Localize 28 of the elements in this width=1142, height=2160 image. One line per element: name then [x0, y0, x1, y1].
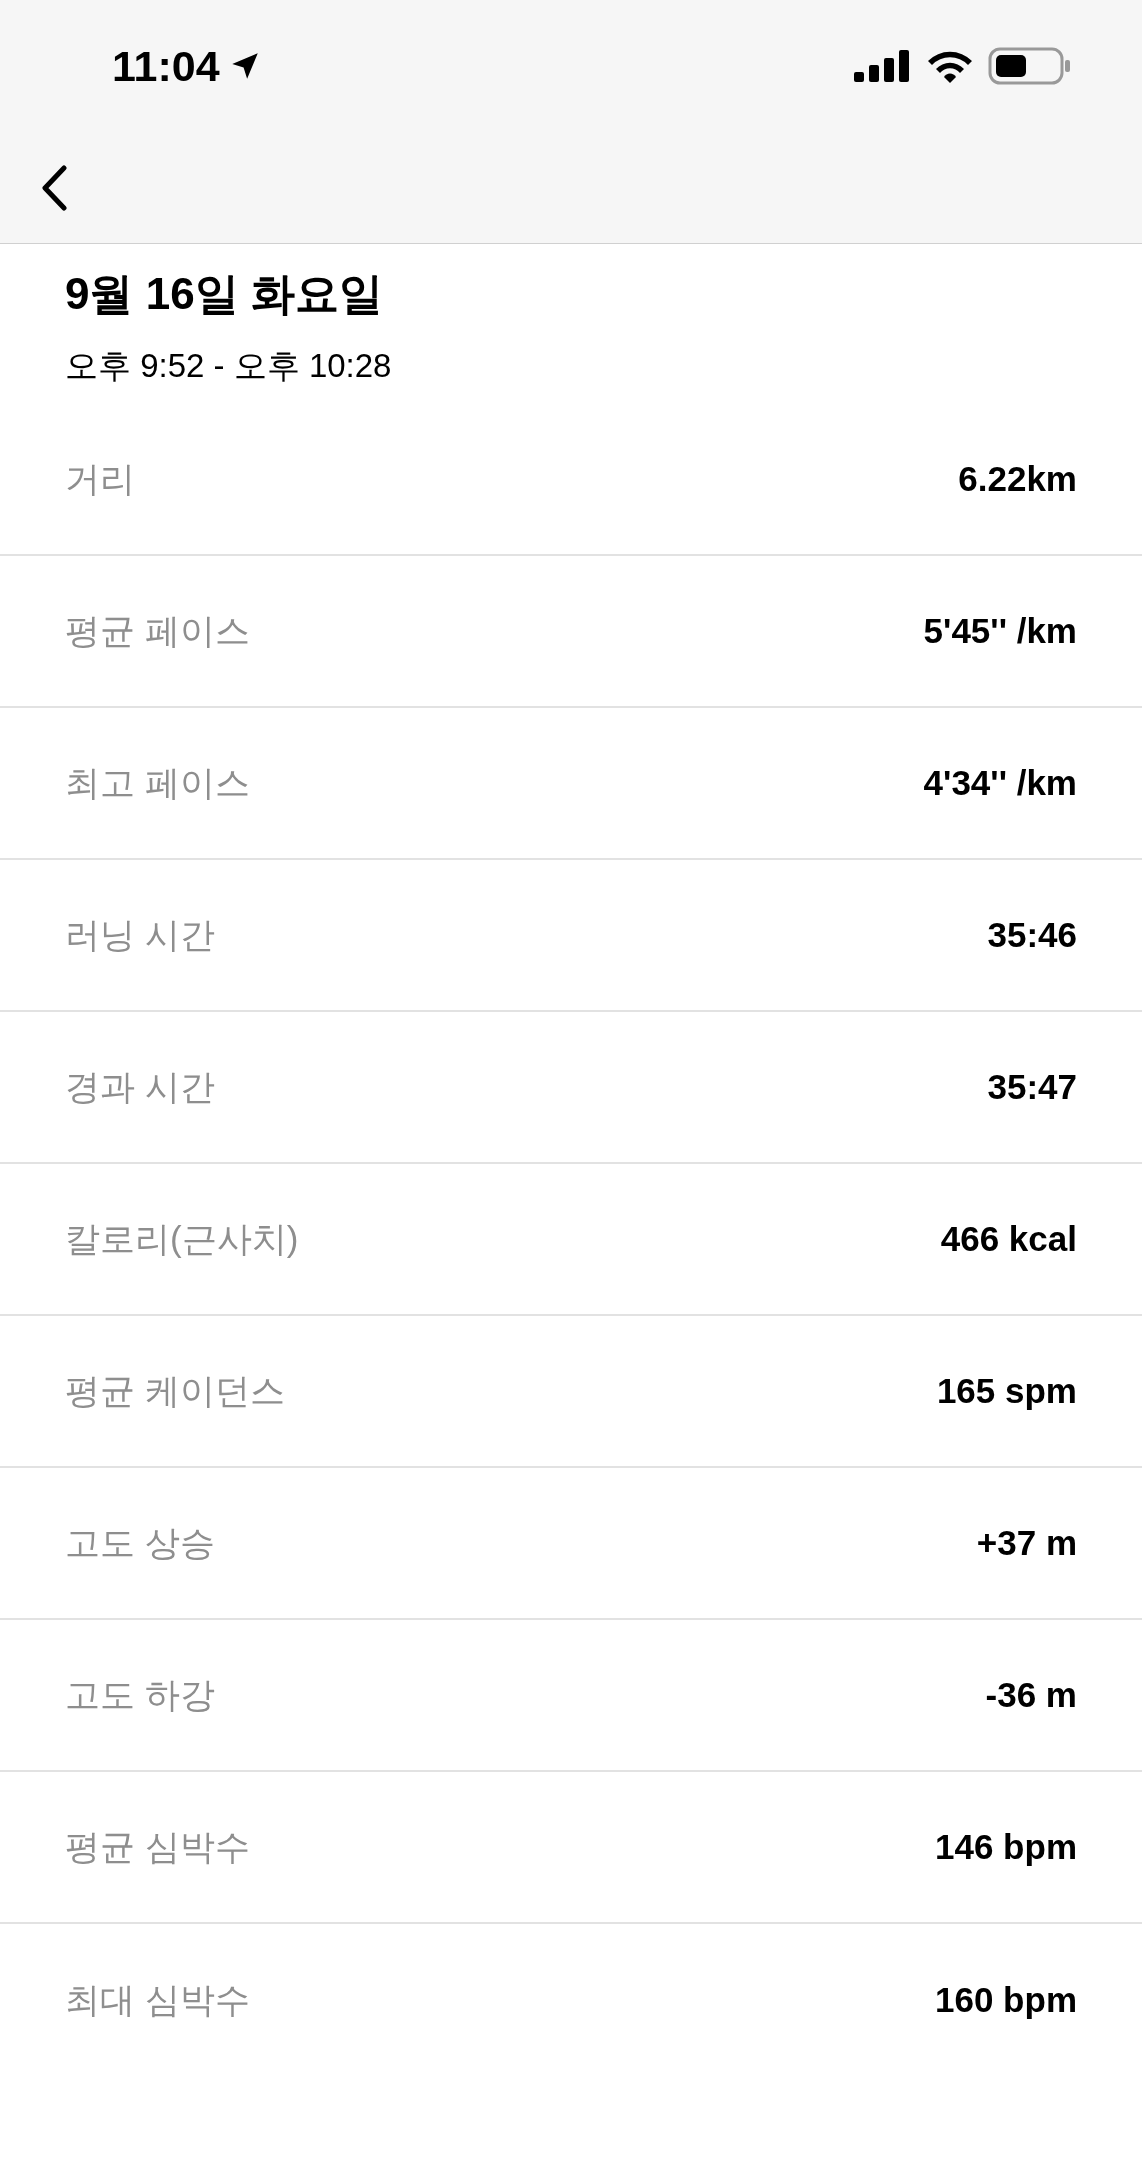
workout-time-range: 오후 9:52 - 오후 10:28: [65, 346, 393, 386]
stat-label: 거리: [65, 457, 135, 500]
stat-label: 최고 페이스: [65, 761, 250, 804]
stat-label: 평균 심박수: [65, 1825, 250, 1868]
stat-value: 160 bpm: [935, 1978, 1077, 2021]
stat-value: 165 spm: [936, 1369, 1077, 1412]
stat-value: +37 m: [976, 1521, 1077, 1564]
stat-label: 경과 시간: [65, 1065, 215, 1108]
stat-label: 최대 심박수: [65, 1978, 250, 2021]
stat-label: 칼로리(근사치): [65, 1217, 299, 1260]
stat-value: 6.22km: [958, 457, 1077, 500]
stat-label: 러닝 시간: [65, 913, 215, 956]
stat-label: 평균 페이스: [65, 609, 250, 652]
cellular-signal-icon: [854, 50, 912, 82]
workout-date-title: 9월 16일 화요일: [65, 268, 384, 320]
stat-value: -36 m: [985, 1673, 1077, 1716]
stat-value: 35:46: [987, 913, 1077, 956]
stat-value: 4'34'' /km: [923, 761, 1077, 804]
status-time: 11:04: [112, 40, 220, 92]
stat-label: 평균 케이던스: [65, 1369, 285, 1412]
battery-icon: [988, 47, 1072, 85]
stat-label: 고도 하강: [65, 1673, 215, 1716]
stat-label: 고도 상승: [65, 1521, 215, 1564]
stat-value: 146 bpm: [935, 1825, 1077, 1868]
wifi-icon: [926, 49, 974, 83]
stat-value: 35:47: [987, 1065, 1077, 1108]
stat-value: 466 kcal: [940, 1217, 1077, 1260]
stat-value: 5'45'' /km: [923, 609, 1077, 652]
